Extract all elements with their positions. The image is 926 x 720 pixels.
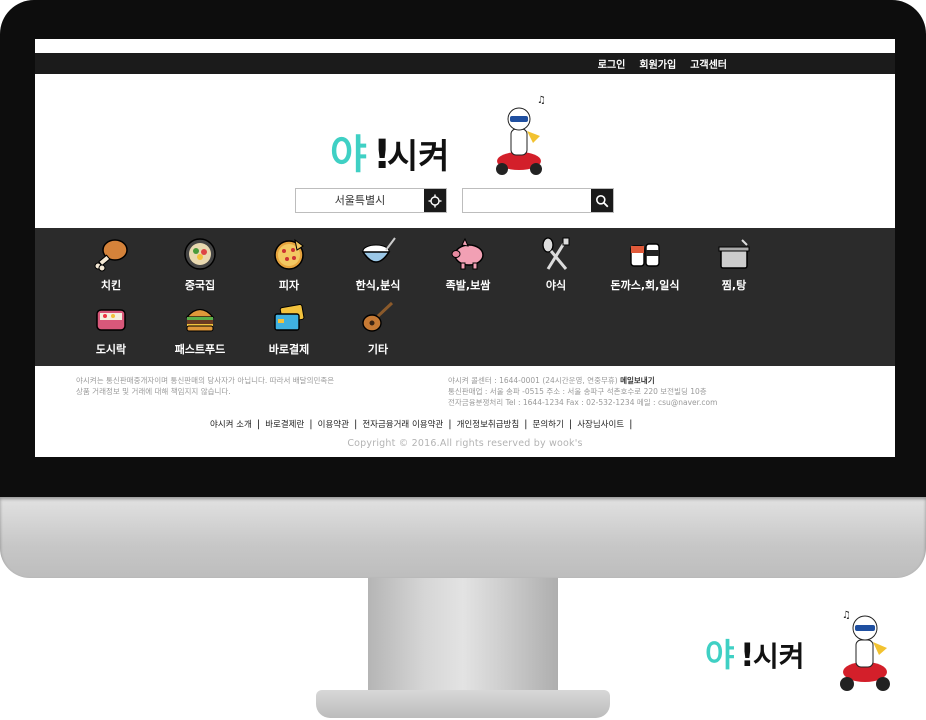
divider: |	[629, 418, 633, 430]
category-label: 패스트푸드	[174, 343, 226, 356]
category-label: 찜,탕	[721, 279, 747, 292]
category-label: 야식	[545, 279, 567, 292]
category-direct-pay[interactable]: 바로결제	[244, 300, 334, 357]
site-logo[interactable]: 야 ! 시켜 ♫	[330, 91, 560, 181]
bibimbap-bowl-icon	[184, 238, 216, 270]
location-value[interactable]: 서울특별시	[296, 189, 424, 212]
monitor-chin	[0, 497, 926, 578]
category-japanese[interactable]: 돈까스,회,일식	[600, 236, 690, 293]
category-pizza[interactable]: 피자	[244, 236, 334, 293]
sushi-icon	[630, 243, 660, 267]
category-chinese[interactable]: 중국집	[155, 236, 245, 293]
logo-ya-text: 야	[330, 132, 367, 178]
svg-text:♫: ♫	[842, 610, 851, 621]
location-selector[interactable]: 서울특별시	[295, 188, 447, 213]
send-mail-link[interactable]: 메일보내기	[620, 376, 655, 385]
search-icon	[596, 194, 609, 207]
lunchbox-icon	[96, 309, 126, 331]
category-label: 한식,분식	[355, 279, 401, 292]
category-label: 도시락	[95, 343, 127, 356]
category-chicken[interactable]: 치킨	[66, 236, 156, 293]
copyright-text: Copyright © 2016.All rights reserved by …	[347, 438, 583, 449]
footer-link-privacy[interactable]: 개인정보취급방침	[452, 418, 525, 430]
logo-sikyeo-text: 시켜	[387, 137, 450, 177]
scooter-mascot-icon: ♫	[840, 610, 890, 691]
pig-icon	[451, 237, 484, 270]
top-nav-bar: 로그인 회원가입 고객센터	[35, 53, 895, 74]
footer-notice-line: 상품 거래정보 및 거래에 대해 책임지지 않습니다.	[76, 387, 231, 396]
corner-logo: 야 ! 시켜 ♫	[705, 610, 890, 691]
footer-links: 야시켜 소개 | 바로결제란 | 이용약관 | 전자금융거래 이용약관 | 개인정보취급…	[205, 418, 633, 431]
category-label: 피자	[278, 279, 300, 292]
category-label: 족발,보쌈	[445, 279, 491, 292]
corner-logo-ya-text: 야	[705, 636, 734, 674]
company-address: 통신판매업 : 서울 송파 -0515 주소 : 서울 송파구 석촌호수로 22…	[448, 387, 707, 396]
search-button[interactable]	[591, 189, 613, 212]
corner-logo-sikyeo-text: 시켜	[753, 640, 805, 673]
card-icon	[274, 304, 305, 331]
crosshair-icon	[428, 194, 442, 207]
footer-link-about[interactable]: 야시켜 소개	[205, 418, 257, 430]
category-label: 치킨	[100, 279, 122, 292]
category-label: 바로결제	[268, 343, 310, 356]
locate-button[interactable]	[424, 189, 446, 212]
category-jokbal-bossam[interactable]: 족발,보쌈	[423, 236, 513, 293]
footer-link-terms[interactable]: 이용약관	[313, 418, 354, 430]
svg-text:♫: ♫	[537, 95, 546, 106]
website-screen: 로그인 회원가입 고객센터 야 ! 시켜 ♫ 서울특별시 치킨 중국집 피자 한…	[35, 39, 895, 457]
footer-link-direct-pay[interactable]: 바로결제란	[260, 418, 309, 430]
category-panel: 치킨 중국집 피자 한식,분식 족발,보쌈 야식 돈까스,회,일식 찜,탕 도시…	[35, 228, 895, 366]
category-label: 중국집	[184, 279, 216, 292]
footer-notice: 야시켜는 통신판매중개자이며 통신판매의 당사자가 아닙니다. 따라서 배달의민…	[76, 375, 334, 397]
company-contact: 전자금융분쟁처리 Tel : 1644-1234 Fax : 02-532-12…	[448, 398, 718, 407]
scooter-mascot-icon: ♫	[496, 95, 546, 175]
footer-link-contact[interactable]: 문의하기	[528, 418, 569, 430]
callcenter-text: 야시켜 콜센터 : 1644-0001 (24시간운영, 연중무휴)	[448, 376, 618, 385]
footer-link-owner-site[interactable]: 사장님사이트	[572, 418, 629, 430]
category-label: 기타	[367, 343, 389, 356]
category-label: 돈까스,회,일식	[610, 279, 680, 292]
footer-company-info: 야시켜 콜센터 : 1644-0001 (24시간운영, 연중무휴) 메일보내기…	[448, 375, 717, 408]
pizza-icon	[274, 238, 304, 270]
category-etc[interactable]: 기타	[333, 300, 423, 357]
rice-bowl-icon	[361, 237, 396, 263]
footer-notice-line: 야시켜는 통신판매중개자이며 통신판매의 당사자가 아닙니다. 따라서 배달의민…	[76, 376, 335, 385]
burger-icon	[185, 308, 215, 332]
footer-link-e-finance-terms[interactable]: 전자금융거래 이용약관	[357, 418, 448, 430]
login-link[interactable]: 로그인	[598, 56, 626, 71]
guitar-icon	[362, 301, 394, 332]
category-lunchbox[interactable]: 도시락	[66, 300, 156, 357]
monitor-stand	[368, 578, 558, 696]
spoon-fork-icon	[542, 237, 570, 270]
search-input[interactable]	[463, 190, 592, 212]
keyword-search[interactable]	[462, 188, 614, 213]
category-korean-snack[interactable]: 한식,분식	[333, 236, 423, 293]
pot-icon	[718, 239, 750, 269]
chicken-leg-icon	[94, 239, 128, 272]
signup-link[interactable]: 회원가입	[639, 56, 676, 71]
category-stew[interactable]: 찜,탕	[689, 236, 779, 293]
category-late-night[interactable]: 야식	[511, 236, 601, 293]
customer-center-link[interactable]: 고객센터	[690, 56, 727, 71]
monitor-base	[316, 690, 610, 718]
category-fastfood[interactable]: 패스트푸드	[155, 300, 245, 357]
